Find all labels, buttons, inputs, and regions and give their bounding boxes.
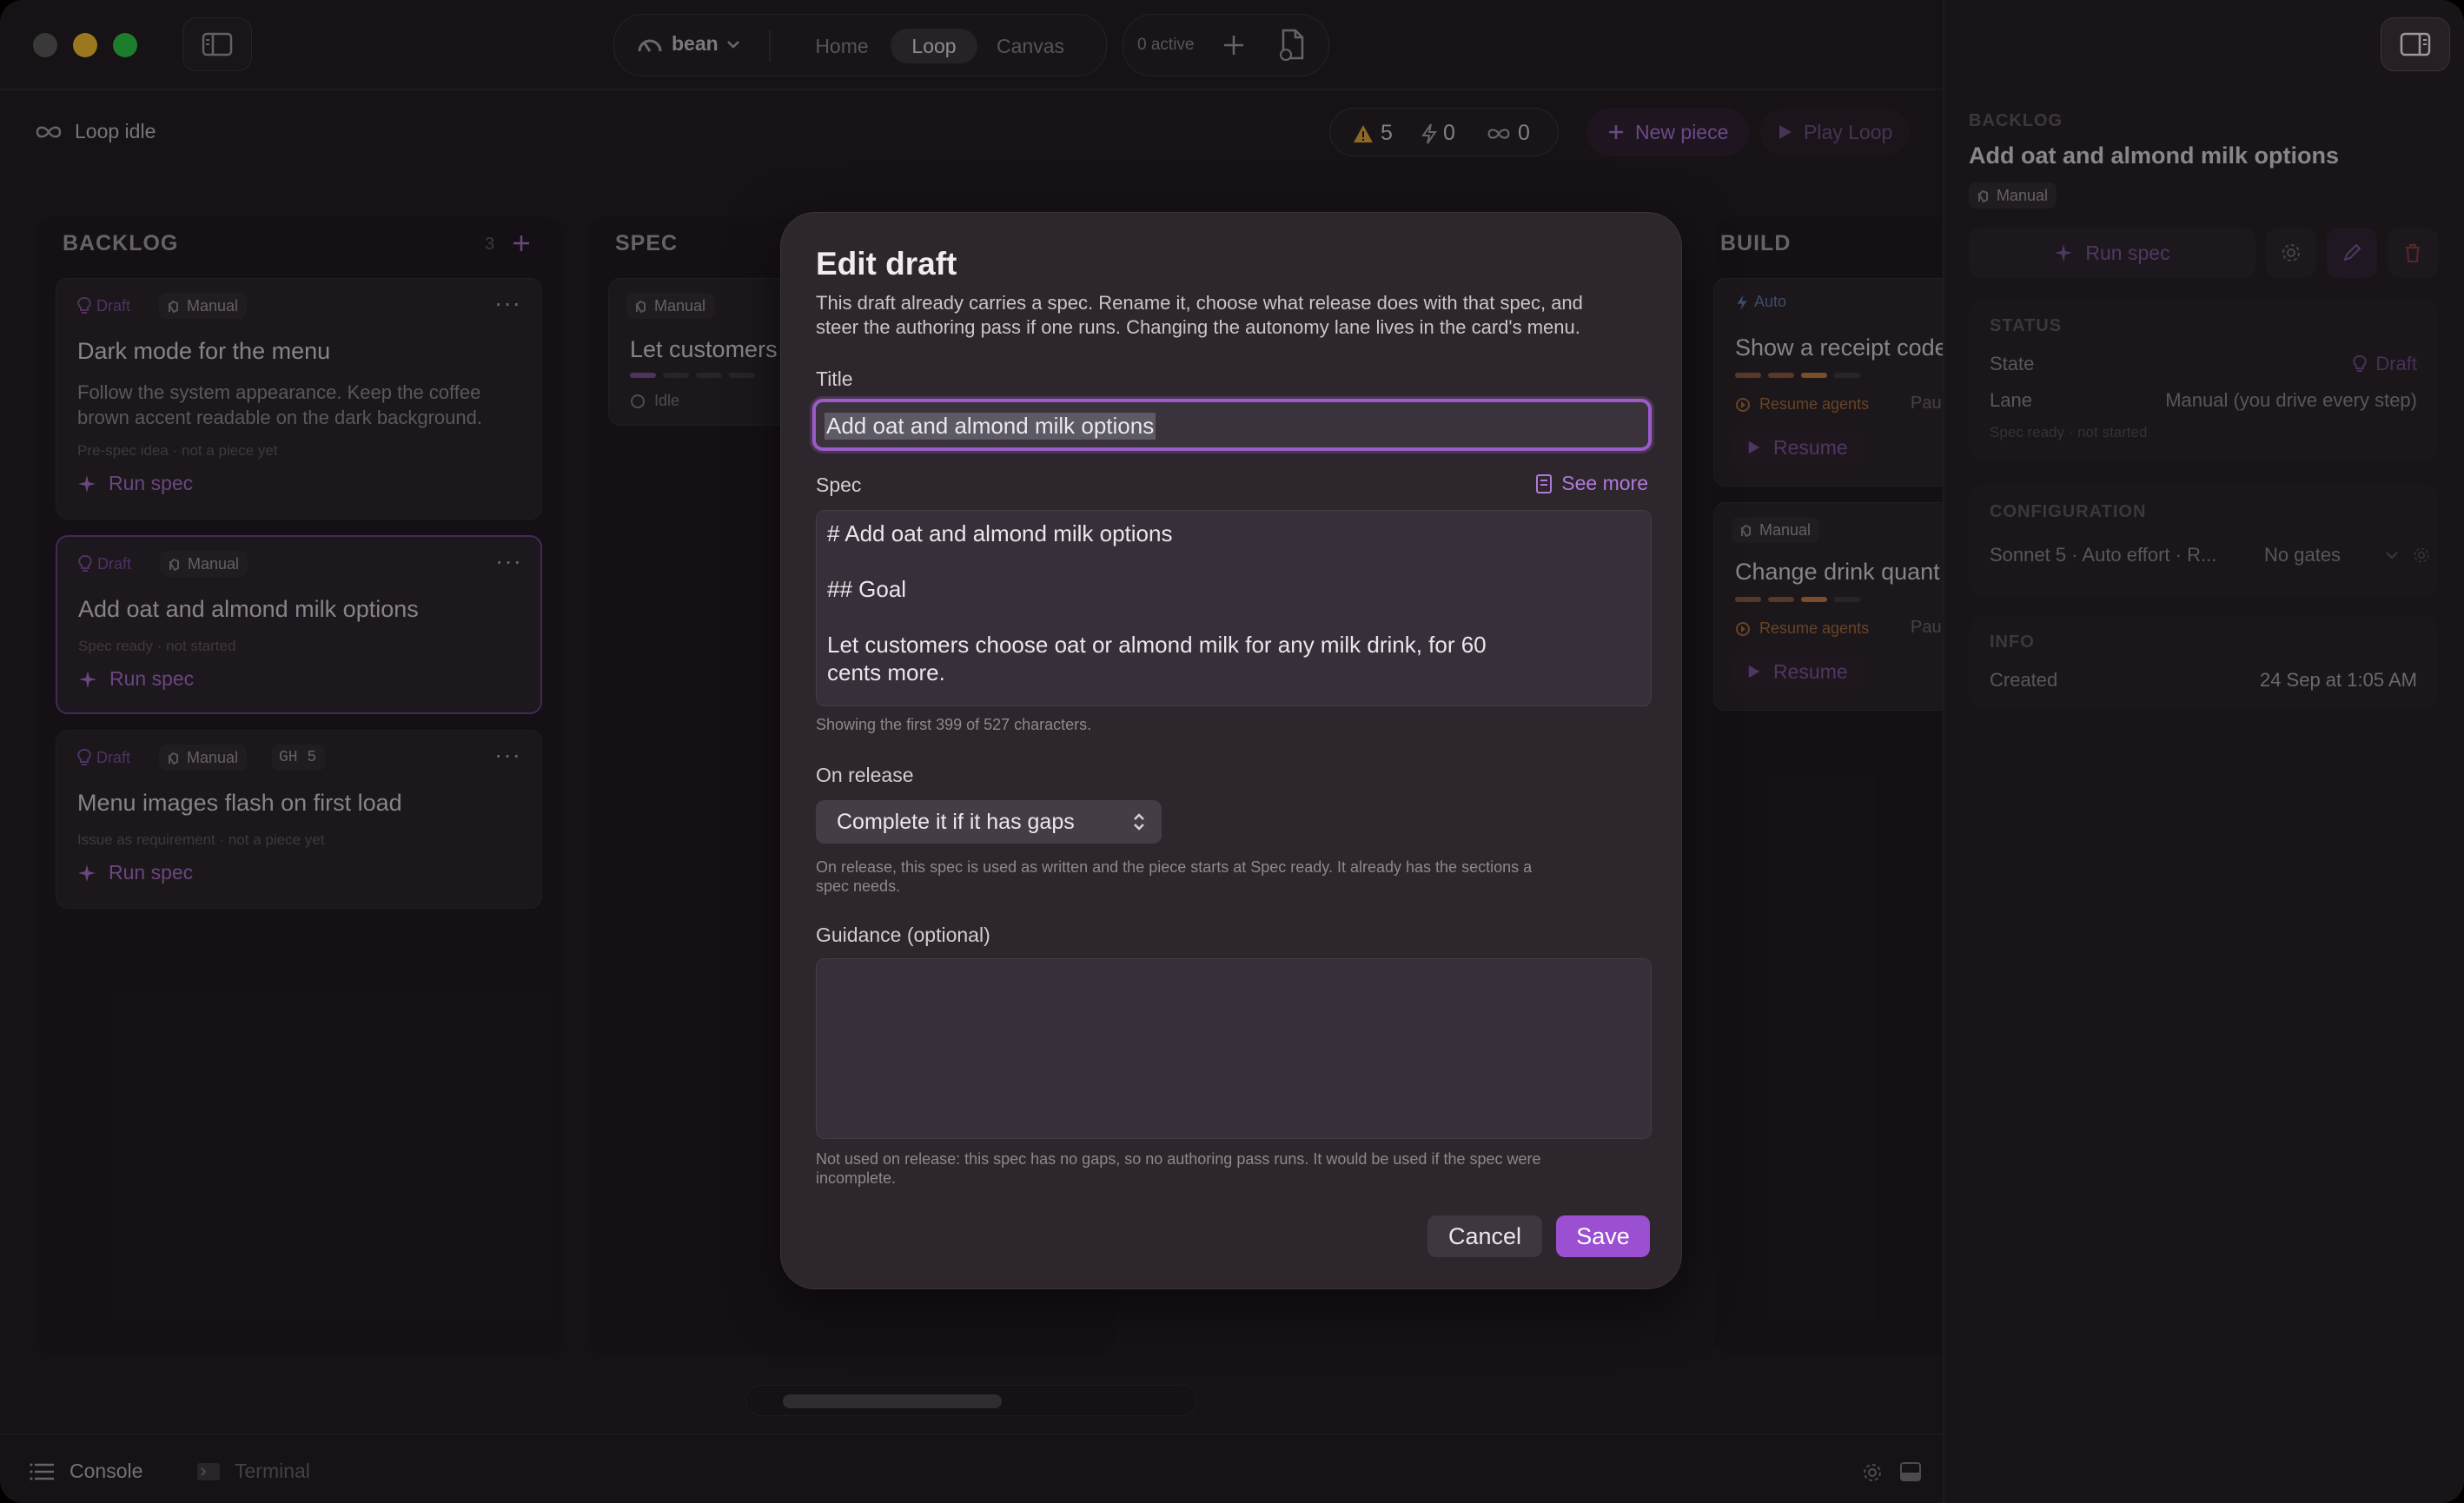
guidance-help: Not used on release: this spec has no ga… (816, 1150, 1541, 1187)
guidance-label: Guidance (optional) (816, 924, 990, 946)
cancel-button[interactable]: Cancel (1427, 1215, 1542, 1257)
up-down-chevron-icon (1134, 813, 1144, 831)
app-window: bean Home Loop Canvas 0 active Loop idle… (0, 0, 2464, 1503)
see-more-link[interactable]: See more (1535, 472, 1648, 495)
edit-draft-dialog: Edit draft This draft already carries a … (780, 212, 1682, 1289)
guidance-textarea[interactable] (816, 958, 1652, 1139)
spec-textarea[interactable]: # Add oat and almond milk options ## Goa… (816, 510, 1652, 706)
dialog-title: Edit draft (816, 246, 957, 281)
spec-content: # Add oat and almond milk options ## Goa… (827, 520, 1487, 685)
spec-hint: Showing the first 399 of 527 characters. (816, 716, 1092, 733)
release-label: On release (816, 764, 914, 786)
spec-label: Spec (816, 473, 862, 496)
title-label: Title (816, 367, 853, 390)
save-button[interactable]: Save (1556, 1215, 1650, 1257)
book-icon (1536, 473, 1553, 493)
dialog-intro: This draft already carries a spec. Renam… (816, 292, 1583, 338)
toggle-inspector-button[interactable] (2381, 17, 2450, 71)
title-input-value: Add oat and almond milk options (825, 413, 1156, 440)
release-select[interactable]: Complete it if it has gaps (816, 800, 1162, 844)
title-input[interactable]: Add oat and almond milk options (812, 399, 1652, 451)
inspector-panel-icon (2400, 32, 2431, 56)
release-help: On release, this spec is used as written… (816, 858, 1533, 895)
